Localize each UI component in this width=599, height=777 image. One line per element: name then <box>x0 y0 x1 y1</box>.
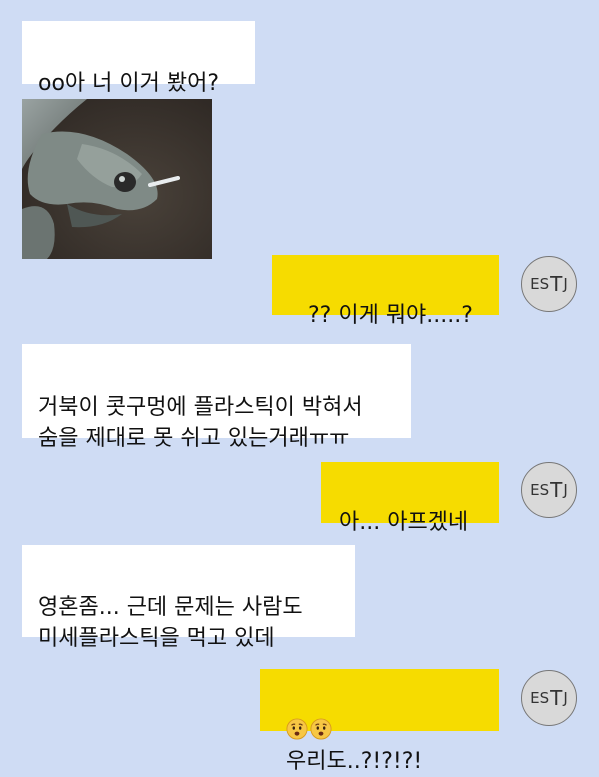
message-text: oo아 너 이거 봤어? <box>38 71 220 96</box>
avatar-initial: ES <box>530 689 550 707</box>
message-text: 거북이 콧구멍에 플라스틱이 박혀서 숨을 제대로 못 쉬고 있는거래ㅠㅠ <box>38 395 363 451</box>
turtle-photo[interactable] <box>22 99 212 259</box>
avatar[interactable]: ES T J <box>521 462 577 518</box>
message-text: ?? 이게 뭐야.....? <box>308 303 473 328</box>
turtle-image-icon <box>22 99 212 259</box>
avatar[interactable]: ES T J <box>521 256 577 312</box>
message-text: 우리도..?!?!?! <box>286 749 423 774</box>
message-bubble-incoming: 거북이 콧구멍에 플라스틱이 박혀서 숨을 제대로 못 쉬고 있는거래ㅠㅠ <box>22 344 411 451</box>
message-bubble-outgoing: 우리도..?!?!?! <box>260 669 499 774</box>
message-text: 아... 아프겠네 <box>339 510 469 535</box>
message-bubble-incoming: 영혼좀... 근데 문제는 사람도 미세플라스틱을 먹고 있데 <box>22 545 355 651</box>
worried-face-icon <box>286 718 308 740</box>
avatar-initial: T <box>550 478 563 502</box>
avatar[interactable]: ES T J <box>521 670 577 726</box>
message-bubble-outgoing: 아... 아프겠네 <box>321 462 499 535</box>
avatar-initial: T <box>550 686 563 710</box>
avatar-initial: T <box>550 272 563 296</box>
message-bubble-incoming: oo아 너 이거 봤어? <box>22 21 255 96</box>
avatar-initial: J <box>563 481 568 499</box>
worried-face-icon <box>310 718 332 740</box>
message-bubble-outgoing: ?? 이게 뭐야.....? <box>272 255 499 328</box>
avatar-initial: J <box>563 275 568 293</box>
avatar-initial: J <box>563 689 568 707</box>
message-text: 영혼좀... 근데 문제는 사람도 미세플라스틱을 먹고 있데 <box>38 595 303 651</box>
avatar-initial: ES <box>530 481 550 499</box>
avatar-initial: ES <box>530 275 550 293</box>
